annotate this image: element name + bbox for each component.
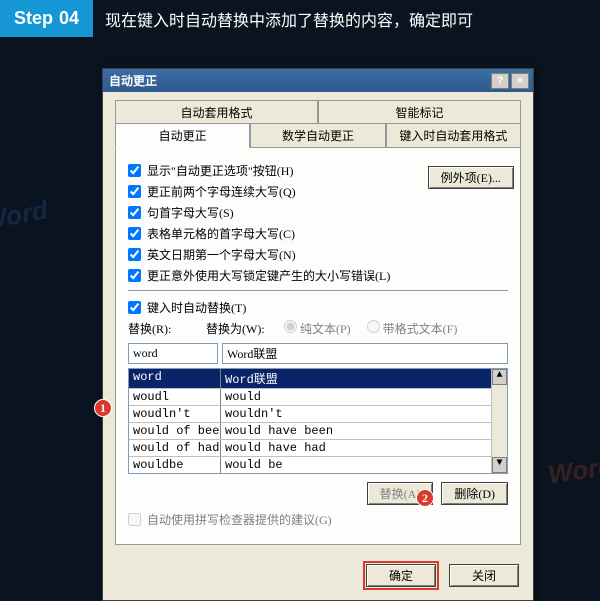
table-header[interactable]: word Word联盟 [129,369,507,388]
tab-autocorrect[interactable]: 自动更正 [115,123,250,148]
chk-capslock-label: 更正意外使用大写锁定键产生的大小写错误(L) [147,267,390,284]
radio-formatted-input [367,320,380,333]
table-row[interactable]: wouldbewould be [129,456,507,473]
table-row[interactable]: woudlwould [129,388,507,405]
step-badge: Step 04 [0,0,93,37]
scroll-down-icon[interactable]: ▼ [492,457,507,473]
chk-capslock[interactable] [128,269,141,282]
tab-math-autocorrect[interactable]: 数学自动更正 [250,123,385,148]
with-input[interactable] [222,343,508,364]
radio-plain: 纯文本(P) [284,320,351,337]
scroll-up-icon[interactable]: ▲ [492,369,507,385]
chk-sentence-cap-label: 句首字母大写(S) [147,204,234,221]
table-row[interactable]: would of hadwould have had [129,439,507,456]
help-button[interactable]: ? [491,73,509,89]
chk-show-options[interactable] [128,164,141,177]
chk-spellcheck [128,513,141,526]
chk-spellcheck-label: 自动使用拼写检查器提供的建议(G) [147,511,332,528]
chk-day-cap[interactable] [128,248,141,261]
annotation-2: 2 [416,489,434,507]
replace-input[interactable] [128,343,218,364]
chk-two-caps[interactable] [128,185,141,198]
tab-autoformat[interactable]: 自动套用格式 [115,100,318,124]
chk-two-caps-label: 更正前两个字母连续大写(Q) [147,183,296,200]
ok-button[interactable]: 确定 [366,564,436,587]
scrollbar-track[interactable] [492,385,507,457]
radio-plain-input [284,320,297,333]
radio-formatted: 带格式文本(F) [367,320,458,337]
cancel-button[interactable]: 关闭 [449,564,519,587]
chk-replace-typing-label: 键入时自动替换(T) [147,299,246,316]
close-button[interactable]: × [511,73,529,89]
autocorrect-dialog: 自动更正 ? × 自动套用格式 智能标记 自动更正 数学自动更正 键入时自动套用… [102,68,534,601]
replace-label: 替换(R): [128,320,198,337]
tab-autoformat-typing[interactable]: 键入时自动套用格式 [386,123,521,148]
tab-smarttags[interactable]: 智能标记 [318,100,521,124]
watermark-left: Word [0,195,50,237]
tab-pane: 例外项(E)... 显示"自动更正选项"按钮(H) 更正前两个字母连续大写(Q)… [115,148,521,545]
delete-button[interactable]: 删除(D) [441,482,508,505]
scrollbar[interactable]: ▲ ▼ [491,369,507,473]
table-row[interactable]: woudln'twouldn't [129,405,507,422]
chk-day-cap-label: 英文日期第一个字母大写(N) [147,246,296,263]
exceptions-button[interactable]: 例外项(E)... [428,166,514,189]
with-label: 替换为(W): [206,320,276,337]
chk-sentence-cap[interactable] [128,206,141,219]
titlebar[interactable]: 自动更正 ? × [103,69,533,92]
step-label: Step [14,8,53,29]
step-description: 现在键入时自动替换中添加了替换的内容，确定即可 [105,7,473,31]
ok-highlight: 确定 [363,561,439,590]
chk-replace-typing[interactable] [128,301,141,314]
table-row[interactable]: would of beenwould have been [129,422,507,439]
watermark-right: Word [546,451,600,491]
replace-table[interactable]: word Word联盟 woudlwould woudln'twouldn't … [128,368,508,474]
chk-table-cap-label: 表格单元格的首字母大写(C) [147,225,295,242]
header-col1: word [129,369,221,388]
dialog-title: 自动更正 [109,72,157,89]
header-col2: Word联盟 [221,369,507,388]
annotation-1: 1 [94,399,112,417]
chk-table-cap[interactable] [128,227,141,240]
step-number: 04 [59,8,79,29]
chk-show-options-label: 显示"自动更正选项"按钮(H) [147,162,293,179]
step-banner: Step 04 现在键入时自动替换中添加了替换的内容，确定即可 [0,0,600,37]
